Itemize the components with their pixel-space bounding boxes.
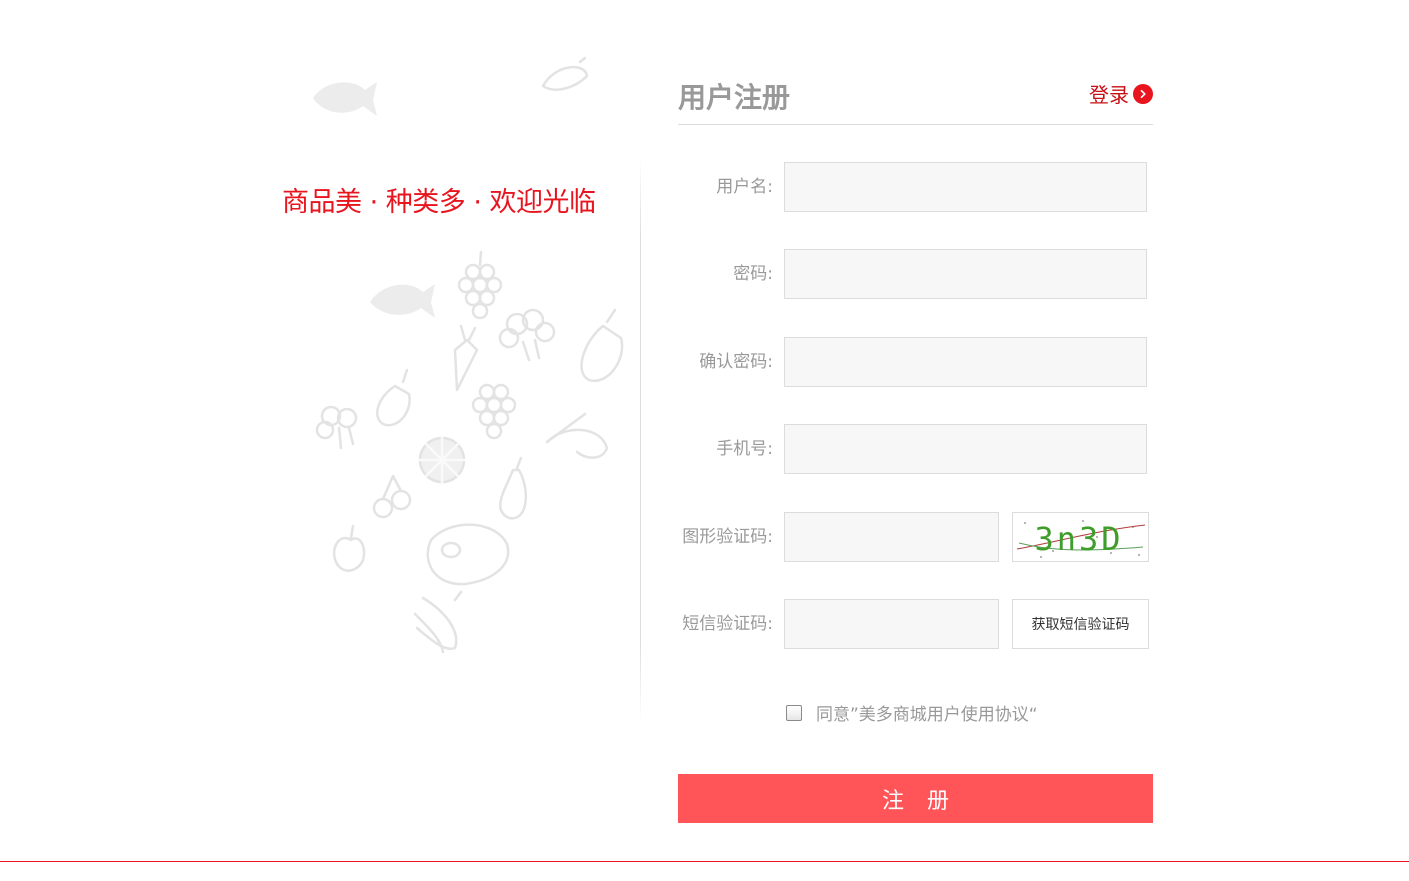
username-label: 用户名:: [716, 177, 773, 197]
grape-icon: [457, 250, 503, 320]
banana-icon: [413, 590, 463, 654]
cherry-icon: [372, 474, 412, 519]
decorative-panel: [255, 40, 641, 730]
apple-icon: [332, 524, 366, 572]
agreement-text: 同意”美多商城用户使用协议“: [816, 705, 1038, 725]
sms-code-input[interactable]: [784, 599, 999, 649]
pear-icon: [499, 456, 527, 520]
footer-divider: [0, 861, 1409, 862]
banana-icon: [541, 56, 589, 91]
slogan: 商品美 · 种类多 · 欢迎光临: [282, 187, 596, 218]
captcha-image[interactable]: 3n3D: [1012, 512, 1149, 562]
broccoli-icon: [498, 308, 556, 362]
captcha-text: 3n3D: [1034, 520, 1123, 558]
get-sms-code-button[interactable]: 获取短信验证码: [1012, 599, 1149, 649]
username-row: 用户名:: [678, 162, 1153, 212]
grape-icon: [471, 383, 517, 440]
fish-icon: [313, 82, 377, 116]
captcha-label: 图形验证码:: [682, 527, 773, 547]
eggplant-icon: [376, 368, 411, 427]
fish-icon: [370, 284, 435, 318]
carrot-icon: [453, 324, 479, 392]
food-illustration: [313, 56, 624, 654]
phone-label: 手机号:: [716, 439, 773, 459]
password-label: 密码:: [733, 264, 773, 284]
steak-icon: [426, 523, 510, 586]
agreement: 同意”美多商城用户使用协议“: [786, 700, 1038, 725]
confirm-password-label: 确认密码:: [699, 352, 773, 372]
confirm-password-row: 确认密码:: [678, 337, 1153, 387]
captcha-row: 图形验证码: 3n3D: [678, 512, 1153, 562]
password-row: 密码:: [678, 249, 1153, 299]
password-input[interactable]: [784, 249, 1147, 299]
agreement-checkbox[interactable]: [786, 704, 802, 721]
arrow-right-icon: [1133, 83, 1153, 104]
vertical-divider: [640, 155, 641, 725]
sms-label: 短信验证码:: [682, 614, 773, 634]
shrimp-icon: [545, 412, 609, 459]
phone-input[interactable]: [784, 424, 1147, 474]
register-button[interactable]: 注 册: [678, 774, 1153, 823]
captcha-input[interactable]: [784, 512, 999, 562]
broccoli-icon: [315, 405, 358, 450]
login-label: 登录: [1089, 83, 1129, 107]
page-title: 用户注册: [678, 81, 791, 114]
sms-row: 短信验证码: 获取短信验证码: [678, 599, 1153, 649]
phone-row: 手机号:: [678, 424, 1153, 474]
username-input[interactable]: [784, 162, 1147, 212]
eggplant-icon: [580, 308, 624, 383]
register-header: 用户注册 登录: [678, 70, 1153, 125]
confirm-password-input[interactable]: [784, 337, 1147, 387]
lemon-icon: [418, 436, 466, 484]
login-link[interactable]: 登录: [1089, 79, 1153, 108]
